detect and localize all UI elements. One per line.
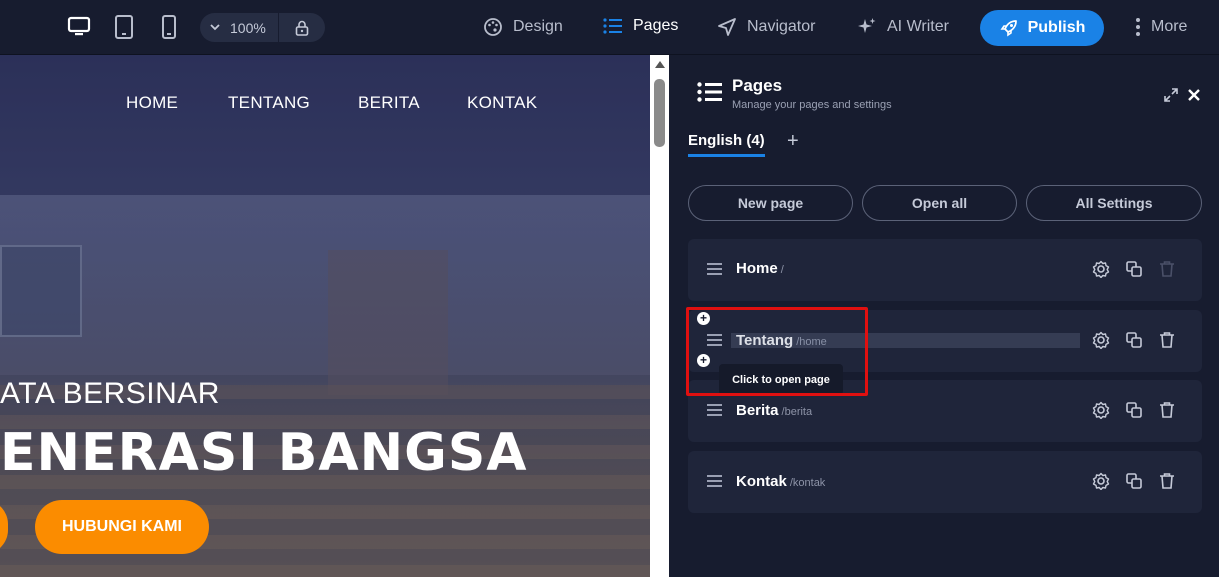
panel-subtitle: Manage your pages and settings	[732, 99, 892, 111]
page-row-home[interactable]: Home /	[688, 239, 1202, 301]
page-slug: /berita	[781, 406, 813, 418]
publish-label: Publish	[1027, 19, 1086, 36]
chevron-down-icon[interactable]	[200, 24, 230, 31]
preview-scrollbar[interactable]	[650, 55, 669, 577]
palette-icon	[484, 18, 502, 36]
close-icon[interactable]	[1187, 88, 1201, 102]
duplicate-icon[interactable]	[1125, 260, 1143, 278]
duplicate-icon[interactable]	[1125, 331, 1143, 349]
duplicate-icon[interactable]	[1125, 472, 1143, 490]
duplicate-icon[interactable]	[1125, 401, 1143, 419]
panel-title: Pages	[732, 76, 783, 95]
pages-list-icon	[697, 82, 722, 102]
page-slug: /	[780, 264, 784, 276]
hero-subheading: ATA BERSINAR	[0, 377, 220, 410]
lock-icon[interactable]	[279, 20, 325, 36]
pages-label: Pages	[633, 17, 679, 34]
all-settings-button[interactable]: All Settings	[1026, 185, 1202, 221]
expand-icon[interactable]	[1164, 88, 1178, 102]
hero-heading: ENERASI BANGSA	[0, 423, 528, 483]
settings-gear-icon[interactable]	[1092, 401, 1110, 419]
site-nav-tentang[interactable]: TENTANG	[228, 93, 310, 113]
drag-handle-icon[interactable]	[707, 263, 722, 275]
more-vertical-icon	[1136, 18, 1140, 36]
top-toolbar: 100% Design Pages Navigator AI Writer Pu…	[0, 0, 1219, 55]
site-nav-kontak[interactable]: KONTAK	[467, 93, 537, 113]
pages-button[interactable]: Pages	[603, 17, 678, 35]
scrollbar-thumb[interactable]	[654, 79, 665, 147]
scroll-up-arrow-icon[interactable]	[655, 61, 665, 68]
publish-button[interactable]: Publish	[980, 10, 1104, 46]
site-nav-home[interactable]: HOME	[126, 93, 178, 113]
navigator-button[interactable]: Navigator	[717, 17, 815, 37]
page-name[interactable]: Home /	[736, 260, 784, 277]
site-nav-berita[interactable]: BERITA	[358, 93, 420, 113]
drag-handle-icon[interactable]	[707, 475, 722, 487]
page-name[interactable]: Berita/berita	[736, 402, 812, 419]
more-button[interactable]: More	[1135, 17, 1187, 37]
delete-disabled-icon	[1160, 261, 1174, 277]
design-button[interactable]: Design	[483, 17, 563, 37]
more-label: More	[1151, 18, 1188, 35]
desktop-view-icon[interactable]	[66, 14, 92, 40]
settings-gear-icon[interactable]	[1092, 472, 1110, 490]
page-row-kontak[interactable]: Kontak/kontak	[688, 451, 1202, 513]
zoom-value: 100%	[230, 19, 266, 36]
zoom-control[interactable]: 100%	[200, 13, 325, 42]
page-preview-canvas[interactable]: HOME TENTANG BERITA KONTAK ATA BERSINAR …	[0, 55, 650, 577]
mobile-view-icon[interactable]	[156, 14, 182, 40]
tablet-view-icon[interactable]	[111, 14, 137, 40]
delete-icon[interactable]	[1158, 401, 1176, 419]
design-label: Design	[513, 18, 563, 35]
list-icon	[603, 18, 622, 34]
delete-icon[interactable]	[1158, 472, 1176, 490]
tab-english[interactable]: English (4)	[688, 132, 765, 157]
sparkle-icon	[858, 18, 876, 33]
settings-gear-icon[interactable]	[1092, 260, 1110, 278]
add-language-icon[interactable]: +	[787, 130, 799, 153]
page-name[interactable]: Kontak/kontak	[736, 473, 825, 490]
highlight-annotation-box	[686, 307, 868, 396]
drag-handle-icon[interactable]	[707, 404, 722, 416]
open-all-button[interactable]: Open all	[862, 185, 1017, 221]
delete-icon[interactable]	[1158, 331, 1176, 349]
new-page-button[interactable]: New page	[688, 185, 853, 221]
ai-writer-button[interactable]: AI Writer	[857, 17, 949, 37]
settings-gear-icon[interactable]	[1092, 331, 1110, 349]
hubungi-kami-button[interactable]: HUBUNGI KAMI	[35, 500, 209, 554]
ai-writer-label: AI Writer	[887, 18, 949, 35]
navigation-arrow-icon	[718, 18, 736, 36]
navigator-label: Navigator	[747, 18, 816, 35]
rocket-icon	[1000, 20, 1017, 37]
page-slug: /kontak	[789, 477, 826, 489]
